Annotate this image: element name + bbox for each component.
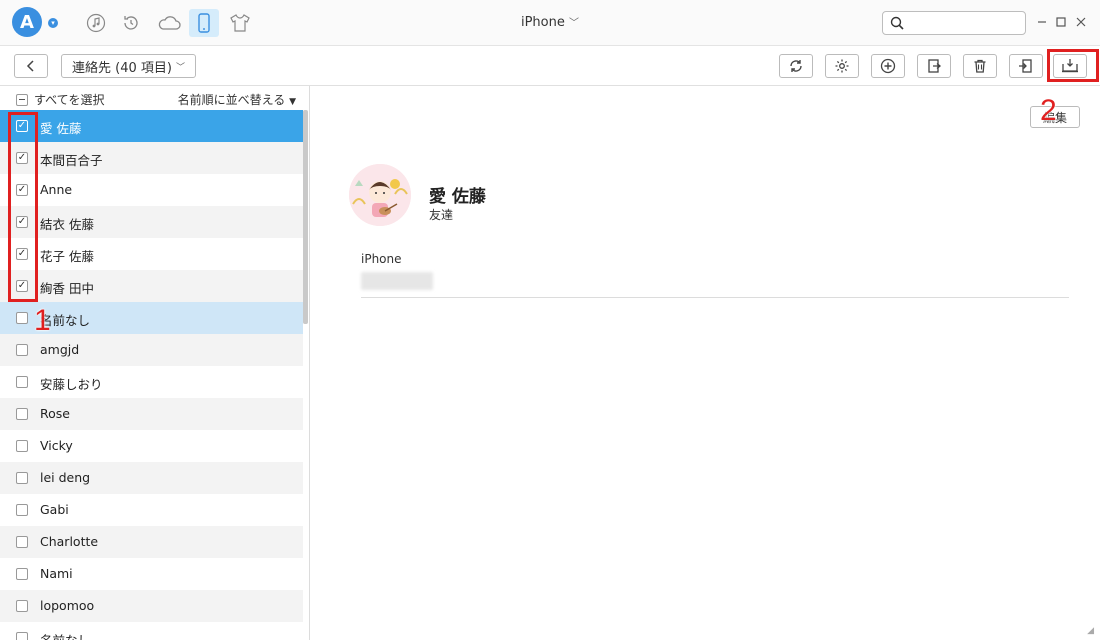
list-header: すべてを選択 名前順に並べ替える ▼ xyxy=(0,86,308,110)
row-checkbox[interactable] xyxy=(16,600,28,612)
contact-name: lei deng xyxy=(40,470,91,485)
phone-value-blurred xyxy=(361,272,433,290)
select-all-label: すべてを選択 xyxy=(34,93,105,107)
delete-button[interactable] xyxy=(963,54,997,78)
contact-name: 愛 佐藤 xyxy=(40,121,82,136)
caret-down-icon: ▼ xyxy=(289,97,296,107)
contact-row[interactable]: Rose xyxy=(0,398,303,430)
chevron-down-icon[interactable]: ﹀ xyxy=(569,18,579,29)
contact-group-label: 友達 xyxy=(429,208,454,222)
sort-label: 名前順に並べ替える xyxy=(177,93,286,107)
search-input[interactable] xyxy=(909,14,1019,32)
refresh-button[interactable] xyxy=(779,54,813,78)
phone-field-label: iPhone xyxy=(361,252,402,266)
maximize-button[interactable] xyxy=(1053,13,1069,31)
contact-name: Rose xyxy=(40,406,70,421)
select-all-checkbox[interactable] xyxy=(16,93,28,106)
row-checkbox[interactable] xyxy=(16,472,28,484)
toolbar: 連絡先 (40 項目) ﹀ xyxy=(0,46,1100,86)
contact-row[interactable]: Anne xyxy=(0,174,303,206)
contact-name: 本間百合子 xyxy=(40,153,103,168)
step1-number: 1 xyxy=(34,304,51,337)
close-button[interactable] xyxy=(1073,13,1089,31)
contact-row[interactable]: 安藤しおり xyxy=(0,366,303,398)
contact-row[interactable]: 名前なし xyxy=(0,622,303,640)
minimize-button[interactable] xyxy=(1034,13,1050,31)
contact-name: Charlotte xyxy=(40,534,99,549)
sort-dropdown[interactable]: 名前順に並べ替える ▼ xyxy=(178,91,296,108)
row-checkbox[interactable] xyxy=(16,568,28,580)
trash-icon xyxy=(974,59,986,73)
contact-row[interactable]: lei deng xyxy=(0,462,303,494)
chevron-left-icon xyxy=(26,60,34,72)
row-checkbox[interactable] xyxy=(16,536,28,548)
contact-name: Nami xyxy=(40,566,73,581)
refresh-icon xyxy=(790,60,802,72)
chevron-down-icon: ﹀ xyxy=(175,62,185,73)
row-checkbox[interactable] xyxy=(16,408,28,420)
contact-name: 安藤しおり xyxy=(40,377,103,392)
row-checkbox[interactable] xyxy=(16,344,28,356)
step2-number: 2 xyxy=(1040,94,1057,127)
contact-name: amgjd xyxy=(40,342,80,357)
contact-detail-panel: 編集 2 愛 佐藤 友達 iPhone ◢ xyxy=(311,86,1100,640)
list-scrollbar[interactable] xyxy=(303,110,308,324)
contact-row[interactable]: 愛 佐藤 xyxy=(0,110,303,142)
contact-name: 名前なし xyxy=(40,630,90,640)
title-bar: A ▾ iPhone ﹀ xyxy=(0,0,1100,46)
contact-row[interactable]: 絢香 田中 xyxy=(0,270,303,302)
category-dropdown[interactable]: 連絡先 (40 項目) ﹀ xyxy=(61,54,196,78)
device-name[interactable]: iPhone xyxy=(521,15,565,30)
add-icon xyxy=(880,58,896,74)
to-device-button[interactable] xyxy=(1009,54,1043,78)
contact-row[interactable]: Gabi xyxy=(0,494,303,526)
row-checkbox[interactable] xyxy=(16,504,28,516)
contact-name-heading: 愛 佐藤 xyxy=(429,187,486,207)
import-icon xyxy=(928,59,942,73)
contact-name: Vicky xyxy=(40,438,73,453)
contact-row[interactable]: amgjd xyxy=(0,334,303,366)
contact-name: 花子 佐藤 xyxy=(40,249,94,264)
to-device-icon xyxy=(1019,59,1032,73)
contact-avatar xyxy=(349,164,411,226)
contact-rows: 愛 佐藤 本間百合子 Anne 結衣 佐藤 花子 佐藤 絢香 田中 名前なし a… xyxy=(0,110,303,640)
contact-name: 絢香 田中 xyxy=(40,281,94,296)
row-checkbox[interactable] xyxy=(16,376,28,388)
app-window: A ▾ iPhone ﹀ 連絡先 (40 項目) ﹀ すべてを選択 名前順に並べ… xyxy=(0,0,1100,640)
contact-list-panel: すべてを選択 名前順に並べ替える ▼ 愛 佐藤 本間百合子 Anne 結衣 佐藤… xyxy=(0,86,310,640)
step2-highlight xyxy=(1047,49,1099,82)
contact-name: Anne xyxy=(40,182,73,197)
import-button[interactable] xyxy=(917,54,951,78)
settings-button[interactable] xyxy=(825,54,859,78)
row-checkbox[interactable] xyxy=(16,312,28,324)
contact-name: 結衣 佐藤 xyxy=(40,217,94,232)
contact-name: lopomoo xyxy=(40,598,95,613)
search-icon xyxy=(890,16,904,30)
search-box[interactable] xyxy=(882,11,1026,35)
row-checkbox[interactable] xyxy=(16,632,28,640)
contact-row[interactable]: Vicky xyxy=(0,430,303,462)
settings-icon xyxy=(835,59,849,73)
contact-name: Gabi xyxy=(40,502,69,517)
contact-row[interactable]: Charlotte xyxy=(0,526,303,558)
contact-row[interactable]: lopomoo xyxy=(0,590,303,622)
row-checkbox[interactable] xyxy=(16,440,28,452)
contact-row[interactable]: 結衣 佐藤 xyxy=(0,206,303,238)
detail-divider xyxy=(361,297,1069,298)
contact-row[interactable]: 花子 佐藤 xyxy=(0,238,303,270)
category-label: 連絡先 (40 項目) xyxy=(72,60,172,76)
select-all[interactable]: すべてを選択 xyxy=(16,91,104,108)
add-button[interactable] xyxy=(871,54,905,78)
resize-grip-icon[interactable]: ◢ xyxy=(1087,626,1094,636)
back-button[interactable] xyxy=(14,54,48,78)
contact-row[interactable]: Nami xyxy=(0,558,303,590)
contact-row[interactable]: 本間百合子 xyxy=(0,142,303,174)
step1-highlight xyxy=(8,112,38,302)
